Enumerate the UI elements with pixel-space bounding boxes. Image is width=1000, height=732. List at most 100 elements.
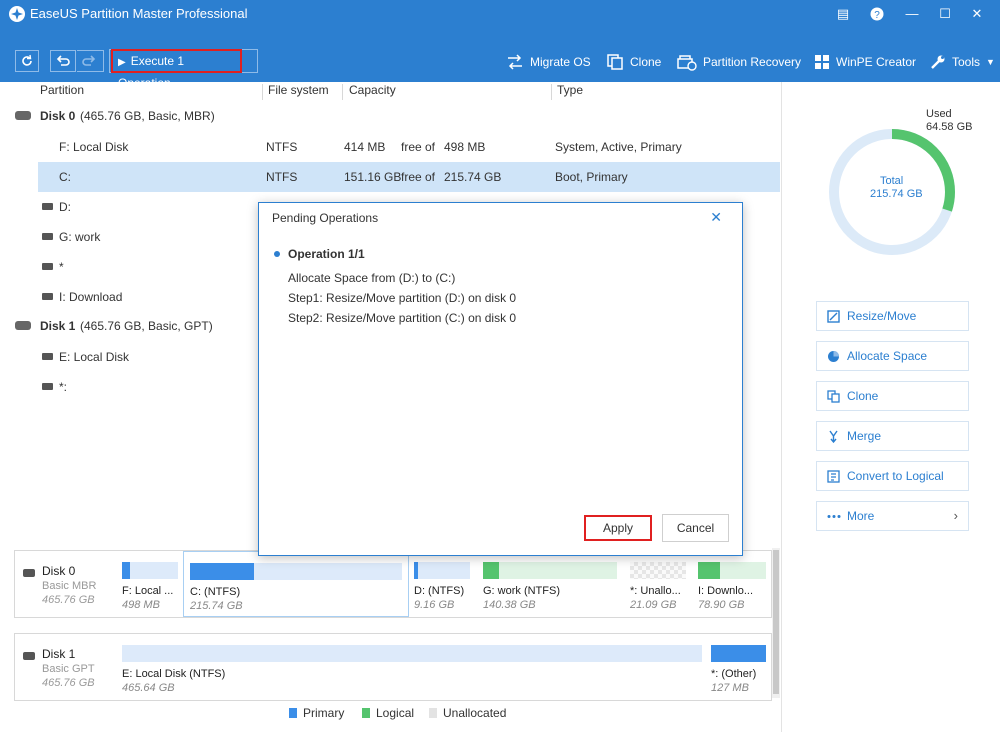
drive-icon [42, 233, 53, 240]
hard-disk-icon [15, 111, 31, 120]
disk-map-partition-c[interactable]: C: (NTFS) 215.74 GB [183, 551, 409, 617]
maximize-icon[interactable]: ☐ [935, 4, 955, 24]
operation-heading: Operation 1/1 [288, 247, 365, 261]
help-icon[interactable]: ? [867, 4, 887, 24]
refresh-icon [22, 54, 32, 66]
partition-row-f[interactable]: F: Local Disk NTFS 414 MB free of 498 MB… [0, 132, 780, 162]
dialog-title: Pending Operations [272, 211, 379, 225]
winpe-creator-button[interactable]: WinPE Creator [814, 51, 916, 73]
disk-map-partition-e[interactable]: E: Local Disk (NTFS) 465.64 GB [116, 634, 705, 700]
disk-map-partition-d[interactable]: D: (NTFS) 9.16 GB [408, 551, 476, 617]
more-button[interactable]: More › [816, 501, 969, 531]
partition-size: 498 MB [122, 599, 160, 611]
column-divider[interactable] [551, 84, 552, 100]
legend-label: Logical [376, 706, 415, 720]
partition-size: 9.16 GB [414, 599, 455, 611]
partition-label: E: Local Disk (NTFS) [122, 668, 226, 680]
disk-info: (465.76 GB, Basic, MBR) [80, 109, 215, 123]
hard-disk-icon [15, 321, 31, 330]
usage-bar [711, 645, 766, 662]
operation-description: Allocate Space from (D:) to (C:) [288, 271, 456, 285]
disk-map-size: 465.76 GB [42, 677, 95, 689]
action-label: Clone [847, 389, 879, 403]
usage-fill [698, 562, 721, 579]
partition-row-c-selected[interactable]: C: NTFS 151.16 GB free of 215.74 GB Boot… [38, 162, 780, 192]
dialog-close-icon[interactable]: ✕ [710, 209, 722, 226]
column-header-type[interactable]: Type [557, 83, 583, 101]
partition-recovery-label: Partition Recovery [703, 55, 802, 69]
column-header-file-system[interactable]: File system [268, 83, 329, 101]
migrate-os-label: Migrate OS [530, 55, 591, 69]
partition-used: 151.16 GB [344, 170, 402, 184]
usage-bar [698, 562, 766, 579]
action-label: Convert to Logical [847, 469, 944, 483]
partition-size: 465.64 GB [122, 682, 175, 694]
disk-map-partition-g[interactable]: G: work (NTFS) 140.38 GB [477, 551, 624, 617]
partition-recovery-button[interactable]: Partition Recovery [677, 51, 801, 73]
column-header-capacity[interactable]: Capacity [349, 83, 396, 101]
execute-operation-button[interactable]: ▶Execute 1 Operation [111, 49, 242, 90]
close-icon[interactable]: ✕ [967, 4, 987, 24]
convert-to-logical-button[interactable]: Convert to Logical [816, 461, 969, 491]
partition-recovery-icon [677, 55, 697, 71]
column-divider[interactable] [262, 84, 263, 100]
operation-bullet-icon [274, 251, 280, 257]
svg-text:?: ? [874, 10, 880, 21]
partition-label: *: Unallo... [630, 585, 681, 597]
drive-icon [42, 203, 53, 210]
wrench-icon [931, 55, 945, 69]
legend-swatch [362, 708, 370, 718]
menu-icon[interactable]: ▤ [833, 4, 853, 24]
pie-icon [828, 351, 839, 362]
partition-size: 127 MB [711, 682, 749, 694]
disk-row-disk0[interactable]: Disk 0 (465.76 GB, Basic, MBR) [0, 101, 780, 131]
resize-move-icon [827, 310, 840, 323]
partition-fs: NTFS [266, 170, 298, 184]
partition-used: 414 MB [344, 140, 386, 154]
disk-map-partition-unallocated[interactable]: *: Unallo... 21.09 GB [624, 551, 692, 617]
partition-size: 140.38 GB [483, 599, 536, 611]
cancel-button[interactable]: Cancel [662, 514, 729, 542]
redo-button[interactable] [77, 50, 104, 72]
legend-swatch [289, 708, 297, 718]
partition-name: E: Local Disk [59, 350, 130, 364]
partition-label: C: (NTFS) [190, 586, 241, 598]
pending-operations-dialog: Pending Operations ✕ Operation 1/1 Alloc… [258, 202, 743, 556]
hard-disk-icon [23, 569, 35, 577]
free-of-label: free of [401, 170, 436, 184]
merge-button[interactable]: Merge [816, 421, 969, 451]
usage-bar [414, 562, 470, 579]
legend-label: Unallocated [443, 706, 507, 720]
disk-map-partition-i[interactable]: I: Downlo... 78.90 GB [692, 551, 770, 617]
disk-map-size: 465.76 GB [42, 594, 95, 606]
partition-type: Boot, Primary [555, 170, 628, 184]
disk-map-info[interactable]: Disk 1 Basic GPT 465.76 GB [15, 634, 115, 700]
partition-size: 78.90 GB [698, 599, 745, 611]
clone-button[interactable]: Clone [606, 51, 661, 73]
disk-map-partition-f[interactable]: F: Local ... 498 MB [116, 551, 184, 617]
apply-button[interactable]: Apply [584, 515, 652, 541]
disk-map-partition-other[interactable]: *: (Other) 127 MB [705, 634, 770, 700]
allocate-space-button[interactable]: Allocate Space [816, 341, 969, 371]
redo-icon [82, 55, 96, 66]
action-label: More [847, 509, 875, 523]
minimize-icon[interactable]: — [902, 4, 922, 24]
tools-label: Tools [952, 55, 981, 69]
scrollbar-thumb[interactable] [773, 550, 779, 694]
action-label: Allocate Space [847, 349, 928, 363]
disk-map-info[interactable]: Disk 0 Basic MBR 465.76 GB [15, 551, 115, 617]
refresh-button[interactable] [15, 50, 39, 72]
resize-move-button[interactable]: Resize/Move [816, 301, 969, 331]
disk-map-disk0: Disk 0 Basic MBR 465.76 GB F: Local ... … [14, 550, 772, 618]
partition-name: C: [59, 170, 71, 184]
clone-partition-button[interactable]: Clone [816, 381, 969, 411]
column-divider[interactable] [342, 84, 343, 100]
vertical-scrollbar[interactable] [772, 548, 780, 698]
disk-map-name: Disk 1 [42, 647, 76, 661]
migrate-os-button[interactable]: Migrate OS [506, 51, 591, 73]
undo-button[interactable] [50, 50, 76, 72]
migrate-os-icon [508, 54, 522, 70]
column-header-partition[interactable]: Partition [40, 83, 84, 101]
disk-label: Disk 1 [40, 319, 76, 333]
tools-menu-button[interactable]: Tools ▼ [930, 51, 995, 73]
